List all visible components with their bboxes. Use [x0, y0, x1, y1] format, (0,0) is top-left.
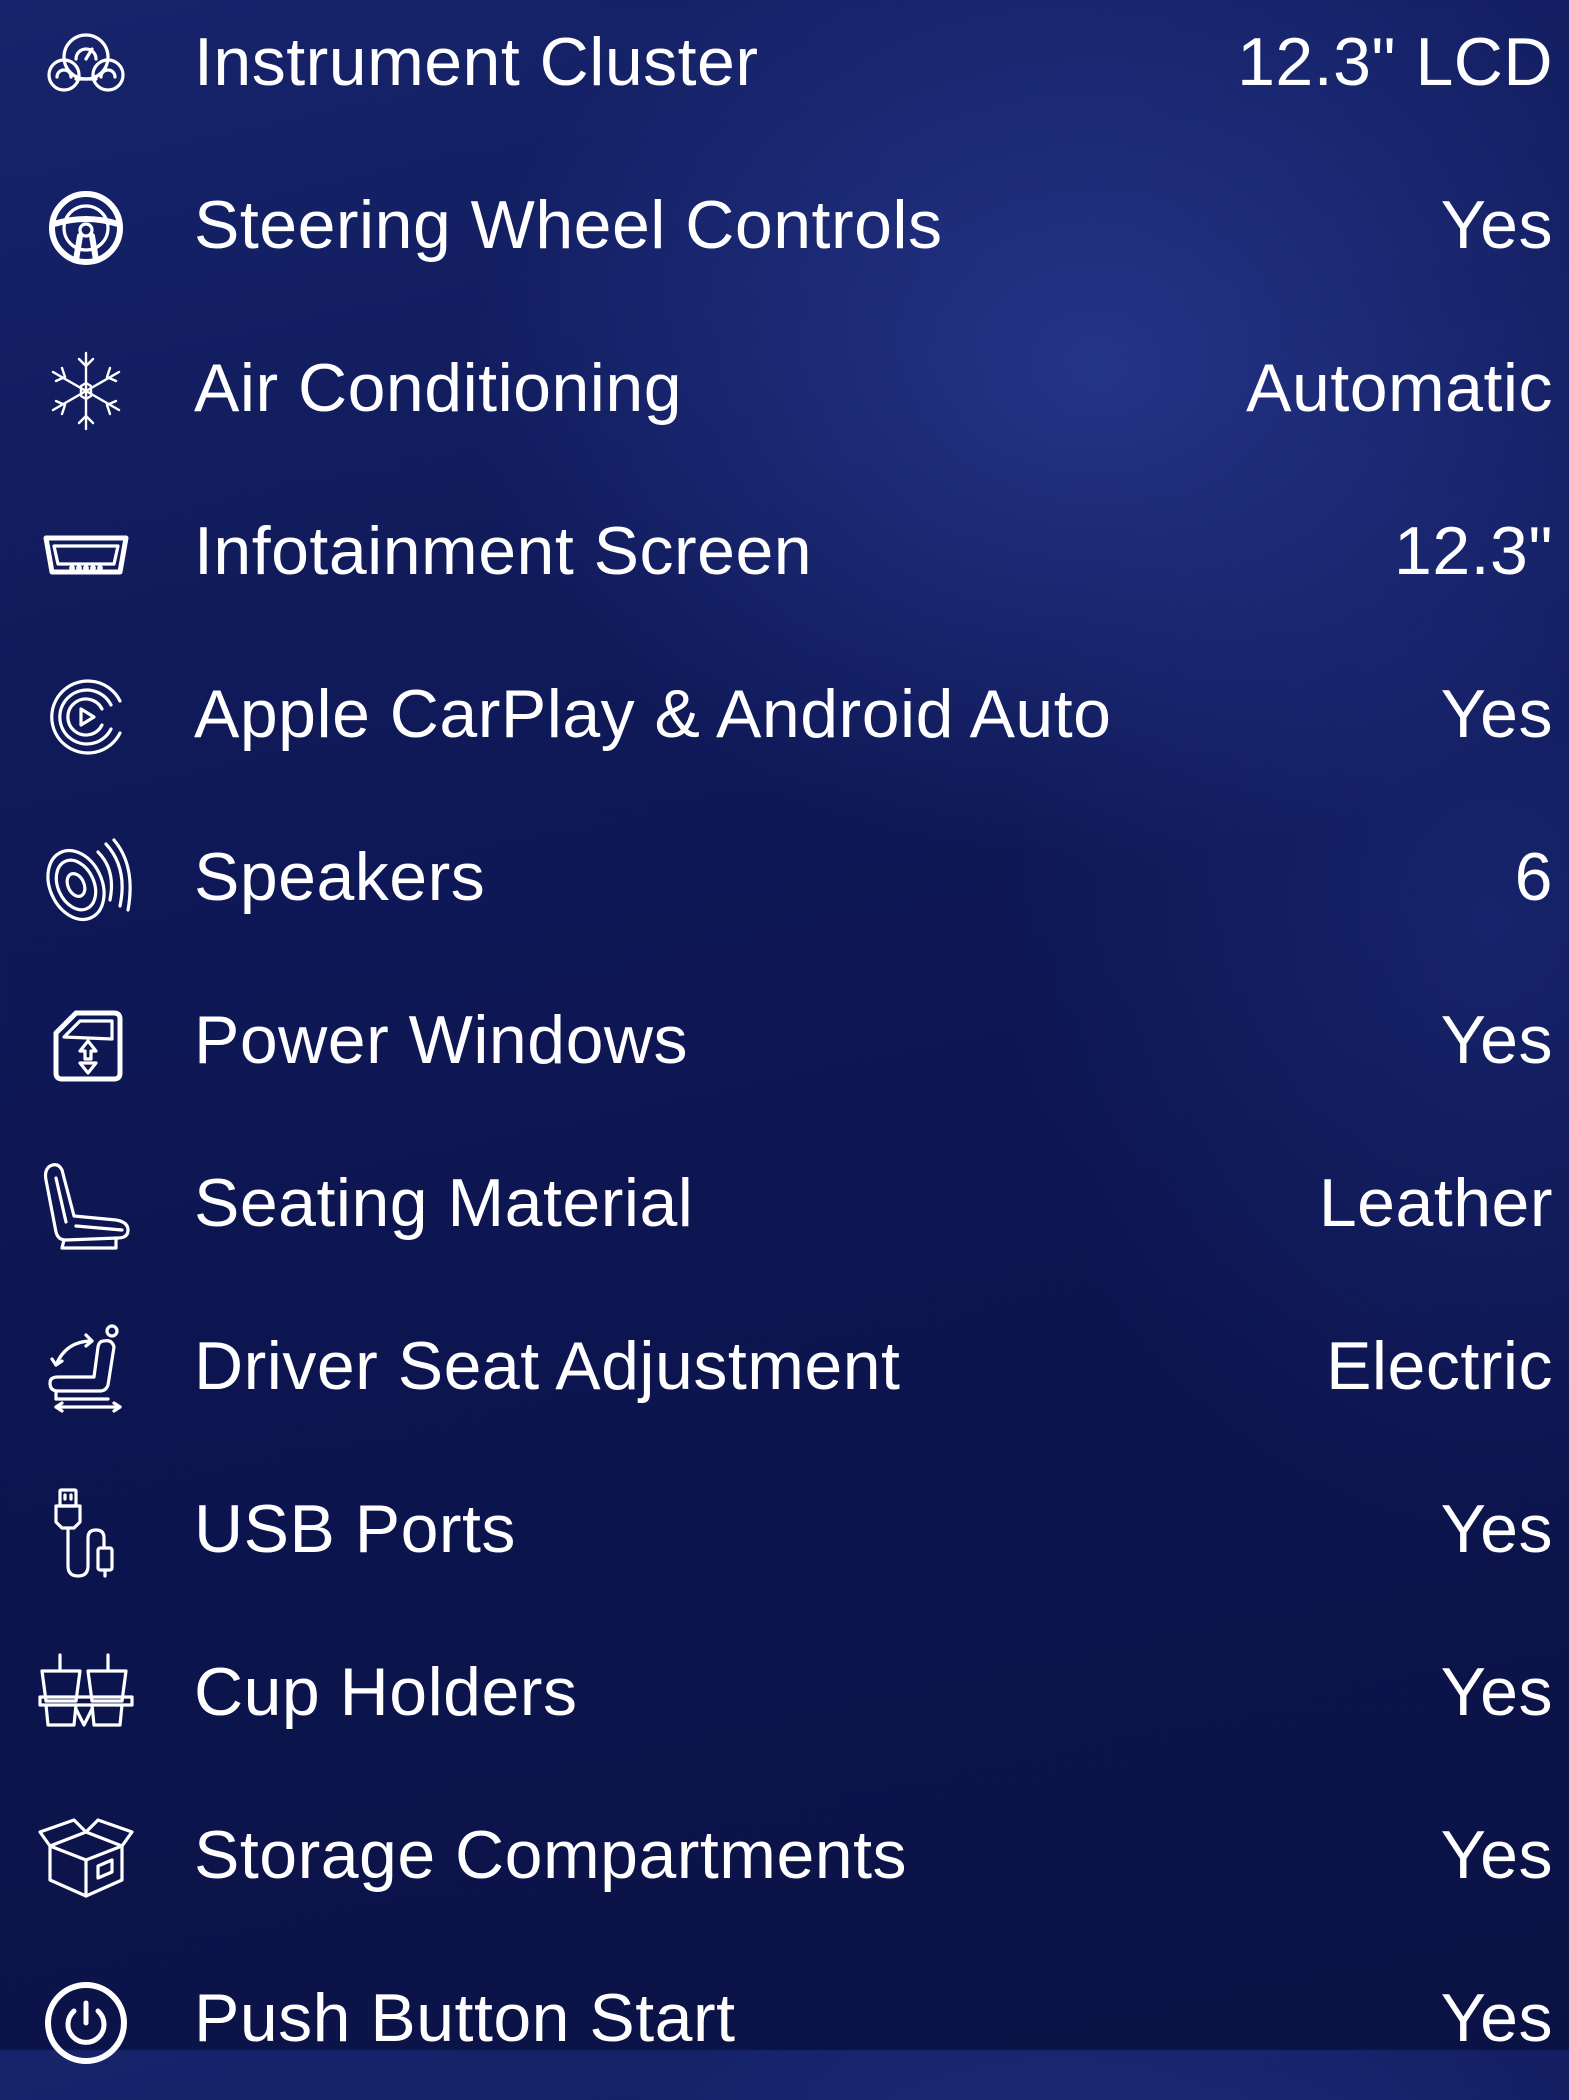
feature-label: Push Button Start	[194, 1980, 736, 2056]
feature-value: Electric	[1326, 1328, 1553, 1404]
feature-value: 12.3" LCD	[1237, 24, 1553, 100]
feature-label: Steering Wheel Controls	[194, 187, 943, 263]
instrument-cluster-icon	[28, 7, 144, 123]
feature-label: Speakers	[194, 839, 486, 915]
usb-icon	[28, 1474, 144, 1590]
feature-value: Yes	[1440, 187, 1553, 263]
feature-value: Leather	[1318, 1165, 1553, 1241]
seat-icon	[28, 1148, 144, 1264]
feature-value: 12.3"	[1394, 513, 1553, 589]
feature-label: Power Windows	[194, 1002, 688, 1078]
feature-row-storage-compartments: Storage Compartments Yes	[0, 1774, 1569, 1937]
feature-row-push-button-start: Push Button Start Yes	[0, 1937, 1569, 2100]
feature-label: Storage Compartments	[194, 1817, 907, 1893]
feature-row-steering-wheel-controls: Steering Wheel Controls Yes	[0, 144, 1569, 307]
power-button-icon	[28, 1963, 144, 2079]
seat-adjust-icon	[28, 1311, 144, 1427]
feature-label: Driver Seat Adjustment	[194, 1328, 901, 1404]
feature-row-cup-holders: Cup Holders Yes	[0, 1611, 1569, 1774]
feature-label: Infotainment Screen	[194, 513, 813, 589]
feature-label: Apple CarPlay & Android Auto	[194, 676, 1112, 752]
storage-box-icon	[28, 1800, 144, 1916]
feature-label: Air Conditioning	[194, 350, 683, 426]
feature-value: Automatic	[1246, 350, 1553, 426]
feature-row-infotainment-screen: Infotainment Screen 12.3"	[0, 470, 1569, 633]
snowflake-icon	[28, 333, 144, 449]
cup-holder-icon	[28, 1637, 144, 1753]
feature-row-air-conditioning: Air Conditioning Automatic	[0, 307, 1569, 470]
speaker-icon	[28, 822, 144, 938]
feature-label: USB Ports	[194, 1491, 516, 1567]
feature-value: Yes	[1440, 676, 1553, 752]
feature-row-driver-seat-adjustment: Driver Seat Adjustment Electric	[0, 1285, 1569, 1448]
feature-value: Yes	[1440, 1491, 1553, 1567]
feature-label: Seating Material	[194, 1165, 694, 1241]
feature-value: Yes	[1440, 1002, 1553, 1078]
feature-row-usb-ports: USB Ports Yes	[0, 1448, 1569, 1611]
feature-row-seating-material: Seating Material Leather	[0, 1122, 1569, 1285]
power-window-icon	[28, 985, 144, 1101]
feature-value: Yes	[1440, 1817, 1553, 1893]
screen-icon	[28, 496, 144, 612]
feature-value: Yes	[1440, 1654, 1553, 1730]
feature-row-power-windows: Power Windows Yes	[0, 959, 1569, 1122]
feature-value: 6	[1514, 839, 1553, 915]
feature-label: Instrument Cluster	[194, 24, 759, 100]
feature-row-instrument-cluster: Instrument Cluster 12.3" LCD	[0, 0, 1569, 144]
steering-wheel-icon	[28, 170, 144, 286]
feature-row-speakers: Speakers 6	[0, 796, 1569, 959]
carplay-icon	[28, 659, 144, 775]
feature-label: Cup Holders	[194, 1654, 578, 1730]
feature-value: Yes	[1440, 1980, 1553, 2056]
feature-row-carplay-android-auto: Apple CarPlay & Android Auto Yes	[0, 633, 1569, 796]
feature-list: Instrument Cluster 12.3" LCD Steering Wh…	[0, 0, 1569, 2100]
